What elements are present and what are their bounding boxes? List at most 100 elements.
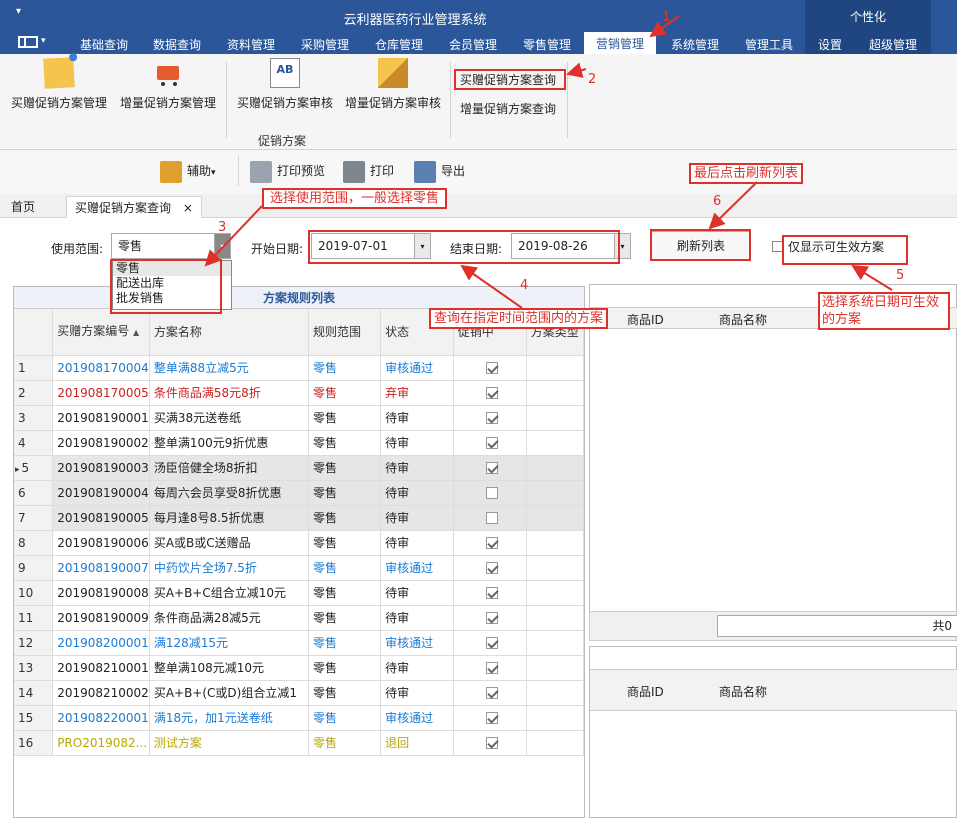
table-row[interactable]: 2 201908170005 条件商品满58元8折 零售 弃审 <box>14 380 584 406</box>
tab-home[interactable]: 首页 <box>3 196 43 218</box>
table-row[interactable]: 12 201908200001 满128减15元 零售 审核通过 <box>14 630 584 656</box>
print-button[interactable]: 打印 <box>343 158 394 184</box>
in-promotion-cell[interactable] <box>453 730 527 756</box>
row-number[interactable]: 8 <box>14 530 54 556</box>
rule-scope-cell[interactable]: 零售 <box>308 555 382 581</box>
plan-type-cell[interactable] <box>526 580 584 606</box>
checkbox-icon[interactable] <box>485 386 498 399</box>
checkbox-icon[interactable] <box>485 411 498 424</box>
header-plan-id[interactable]: 买赠方案编号 ▲ <box>52 309 150 356</box>
checkbox-icon[interactable] <box>485 711 498 724</box>
plan-id-cell[interactable]: 201908170004 <box>52 355 150 381</box>
checkbox-icon[interactable] <box>485 436 498 449</box>
checkbox-icon[interactable] <box>485 461 498 474</box>
checkbox-icon[interactable] <box>485 361 498 374</box>
plan-id-cell[interactable]: 201908190006 <box>52 530 150 556</box>
plan-type-cell[interactable] <box>526 555 584 581</box>
close-icon[interactable]: × <box>183 201 193 215</box>
table-row[interactable]: 13 201908210001 整单满108元减10元 零售 待审 <box>14 655 584 681</box>
in-promotion-cell[interactable] <box>453 380 527 406</box>
rule-scope-cell[interactable]: 零售 <box>308 430 382 456</box>
plan-type-cell[interactable] <box>526 655 584 681</box>
plan-id-cell[interactable]: 201908190002 <box>52 430 150 456</box>
rule-scope-cell[interactable]: 零售 <box>308 580 382 606</box>
status-cell[interactable]: 待审 <box>380 430 454 456</box>
rule-scope-cell[interactable]: 零售 <box>308 355 382 381</box>
checkbox-icon[interactable] <box>485 661 498 674</box>
status-cell[interactable]: 弃审 <box>380 380 454 406</box>
in-promotion-cell[interactable] <box>453 655 527 681</box>
buy-gift-plan-review-button[interactable]: AB 买赠促销方案审核 <box>231 58 339 111</box>
table-row[interactable]: 9 201908190007 中药饮片全场7.5折 零售 审核通过 <box>14 555 584 581</box>
in-promotion-cell[interactable] <box>453 705 527 731</box>
plan-name-cell[interactable]: 测试方案 <box>149 730 310 756</box>
status-cell[interactable]: 待审 <box>380 530 454 556</box>
status-cell[interactable]: 待审 <box>380 455 454 481</box>
in-promotion-cell[interactable] <box>453 555 527 581</box>
in-promotion-cell[interactable] <box>453 605 527 631</box>
checkbox-icon[interactable] <box>485 561 498 574</box>
status-cell[interactable]: 审核通过 <box>380 630 454 656</box>
plan-type-cell[interactable] <box>526 455 584 481</box>
plan-type-cell[interactable] <box>526 630 584 656</box>
plan-id-cell[interactable]: PRO2019082... <box>52 730 150 756</box>
table-row[interactable]: 16 PRO2019082... 测试方案 零售 退回 <box>14 730 584 756</box>
row-number[interactable]: 14 <box>14 680 54 706</box>
system-menu-icon[interactable] <box>18 36 38 48</box>
system-menu-dropdown-icon[interactable]: ▾ <box>41 36 46 46</box>
plan-id-cell[interactable]: 201908210001 <box>52 655 150 681</box>
in-promotion-cell[interactable] <box>453 530 527 556</box>
table-row[interactable]: 3 201908190001 买满38元送卷纸 零售 待审 <box>14 405 584 431</box>
plan-name-cell[interactable]: 每月逢8号8.5折优惠 <box>149 505 310 531</box>
rule-scope-cell[interactable]: 零售 <box>308 655 382 681</box>
row-number[interactable]: 3 <box>14 405 54 431</box>
table-row[interactable]: 4 201908190002 整单满100元9折优惠 零售 待审 <box>14 430 584 456</box>
checkbox-icon[interactable] <box>485 611 498 624</box>
increment-plan-manage-button[interactable]: 增量促销方案管理 <box>115 58 221 111</box>
plan-id-cell[interactable]: 201908200001 <box>52 630 150 656</box>
plan-type-cell[interactable] <box>526 730 584 756</box>
plan-id-cell[interactable]: 201908190008 <box>52 580 150 606</box>
menu-marketing-mgmt[interactable]: 营销管理 <box>584 32 656 54</box>
plan-name-cell[interactable]: 满128减15元 <box>149 630 310 656</box>
header-rule-scope[interactable]: 规则范围 <box>308 309 382 356</box>
row-number[interactable]: 16 <box>14 730 54 756</box>
status-cell[interactable]: 待审 <box>380 480 454 506</box>
row-number[interactable]: ▸ 5 <box>14 455 54 481</box>
checkbox-icon[interactable] <box>485 586 498 599</box>
rule-scope-cell[interactable]: 零售 <box>308 505 382 531</box>
in-promotion-cell[interactable] <box>453 355 527 381</box>
status-cell[interactable]: 待审 <box>380 655 454 681</box>
increment-plan-query-button[interactable]: 增量促销方案查询 <box>460 100 556 117</box>
status-cell[interactable]: 审核通过 <box>380 705 454 731</box>
rule-scope-cell[interactable]: 零售 <box>308 480 382 506</box>
plan-name-cell[interactable]: 买A或B或C送赠品 <box>149 530 310 556</box>
plan-name-cell[interactable]: 条件商品满28减5元 <box>149 605 310 631</box>
plan-name-cell[interactable]: 整单满88立减5元 <box>149 355 310 381</box>
row-number[interactable]: 13 <box>14 655 54 681</box>
status-cell[interactable]: 待审 <box>380 605 454 631</box>
in-promotion-cell[interactable] <box>453 455 527 481</box>
menu-super-admin[interactable]: 超级管理 <box>862 36 924 54</box>
checkbox-icon[interactable] <box>485 511 498 524</box>
status-cell[interactable]: 退回 <box>380 730 454 756</box>
rule-scope-cell[interactable]: 零售 <box>308 680 382 706</box>
row-number[interactable]: 1 <box>14 355 54 381</box>
checkbox-icon[interactable] <box>485 736 498 749</box>
status-cell[interactable]: 待审 <box>380 580 454 606</box>
plan-type-cell[interactable] <box>526 355 584 381</box>
table-row[interactable]: 15 201908220001 满18元，加1元送卷纸 零售 审核通过 <box>14 705 584 731</box>
rule-scope-cell[interactable]: 零售 <box>308 705 382 731</box>
plan-type-cell[interactable] <box>526 505 584 531</box>
tab-buy-gift-query[interactable]: 买赠促销方案查询 × <box>66 196 202 218</box>
plan-id-cell[interactable]: 201908220001 <box>52 705 150 731</box>
scope-select[interactable]: 零售 <box>111 233 215 259</box>
row-number[interactable]: 12 <box>14 630 54 656</box>
status-cell[interactable]: 待审 <box>380 505 454 531</box>
row-number[interactable]: 2 <box>14 380 54 406</box>
buy-gift-plan-manage-button[interactable]: 买赠促销方案管理 <box>6 57 112 111</box>
row-number[interactable]: 10 <box>14 580 54 606</box>
row-number[interactable]: 15 <box>14 705 54 731</box>
assist-button[interactable]: 辅助▾ <box>160 158 216 184</box>
rule-scope-cell[interactable]: 零售 <box>308 730 382 756</box>
